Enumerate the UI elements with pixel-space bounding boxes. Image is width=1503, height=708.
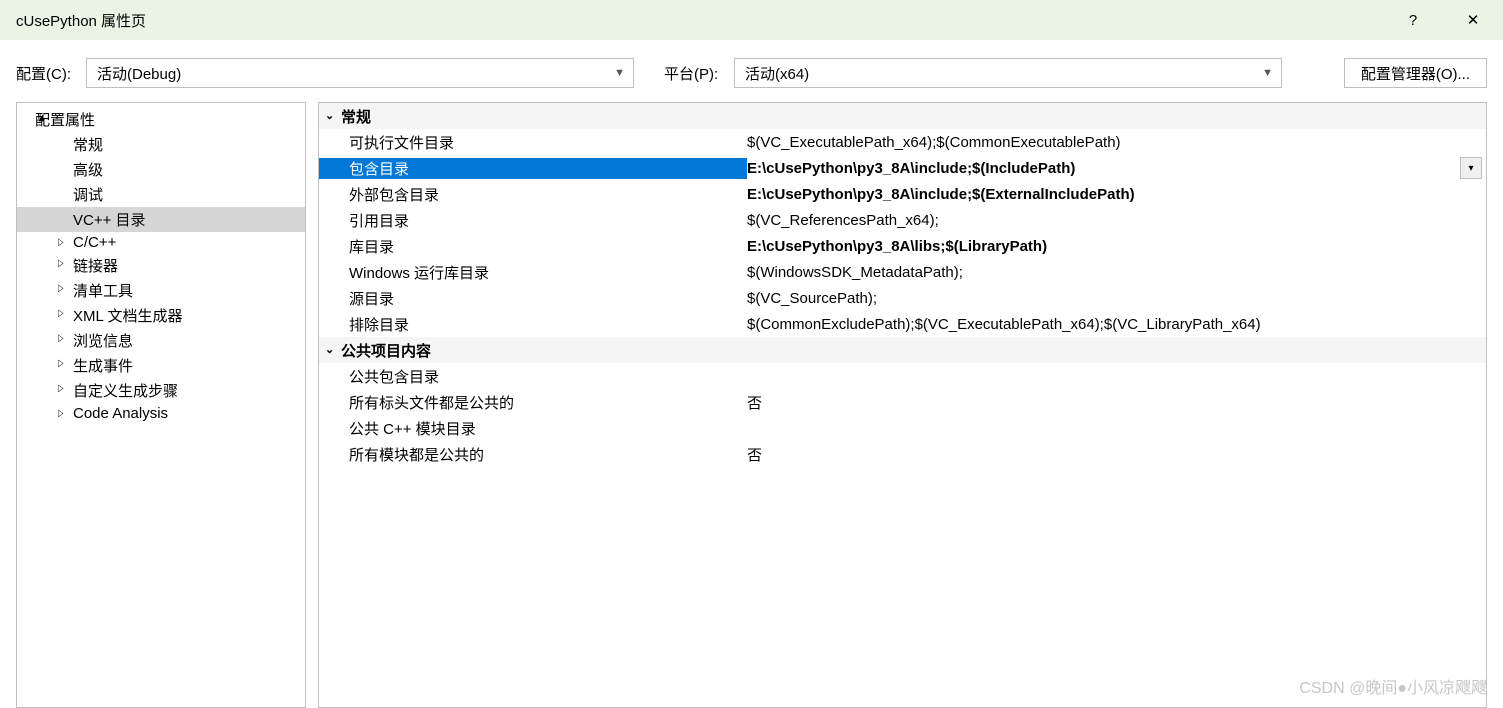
grid-row-label: 库目录 (319, 236, 747, 257)
grid-row[interactable]: 源目录$(VC_SourcePath); (319, 285, 1486, 311)
tree-item[interactable]: 高级 (17, 157, 305, 182)
caret-right-icon: ▷ (58, 258, 63, 269)
grid-row[interactable]: 所有模块都是公共的否 (319, 441, 1486, 467)
caret-right-icon: ▷ (58, 408, 63, 419)
watermark: CSDN @晚间●小风凉飕飕 (1299, 674, 1487, 698)
grid-row[interactable]: 所有标头文件都是公共的否 (319, 389, 1486, 415)
grid-row-value[interactable]: E:\cUsePython\py3_8A\include;$(ExternalI… (747, 186, 1486, 203)
window-controls: ? ✕ (1383, 0, 1503, 40)
tree-item-label: 自定义生成步骤 (73, 383, 178, 400)
tree-item-label: 高级 (73, 162, 103, 179)
tree-item-label: Code Analysis (73, 405, 168, 422)
grid-section-title: 常规 (341, 106, 371, 127)
grid-section-header[interactable]: ⌄ 公共项目内容 (319, 337, 1486, 363)
grid-row-value[interactable]: $(WindowsSDK_MetadataPath); (747, 264, 1486, 281)
tree-item[interactable]: ▷ XML 文档生成器 (17, 303, 305, 328)
tree-item[interactable]: 常规 (17, 132, 305, 157)
tree-item-label: 清单工具 (73, 283, 133, 300)
grid-row[interactable]: 公共 C++ 模块目录 (319, 415, 1486, 441)
config-manager-button[interactable]: 配置管理器(O)... (1344, 58, 1487, 88)
grid-row[interactable]: 外部包含目录E:\cUsePython\py3_8A\include;$(Ext… (319, 181, 1486, 207)
help-button[interactable]: ? (1383, 0, 1443, 40)
grid-section-title: 公共项目内容 (341, 340, 431, 361)
grid-row-value[interactable]: E:\cUsePython\py3_8A\libs;$(LibraryPath) (747, 238, 1486, 255)
tree-item-label: 生成事件 (73, 358, 133, 375)
grid-row-label: 公共包含目录 (319, 366, 747, 387)
caret-right-icon: ▷ (58, 283, 63, 294)
caret-right-icon: ▷ (58, 237, 63, 248)
chevron-down-icon: ▼ (614, 67, 625, 79)
tree-item[interactable]: ▷ C/C++ (17, 232, 305, 253)
property-grid: ⌄常规可执行文件目录$(VC_ExecutablePath_x64);$(Com… (318, 102, 1487, 708)
grid-row[interactable]: 排除目录$(CommonExcludePath);$(VC_Executable… (319, 311, 1486, 337)
grid-row-value[interactable]: $(CommonExcludePath);$(VC_ExecutablePath… (747, 316, 1486, 333)
tree-item-label: 调试 (73, 187, 103, 204)
tree-item-label: 浏览信息 (73, 333, 133, 350)
window-title: cUsePython 属性页 (16, 10, 146, 31)
config-label: 配置(C): (16, 63, 76, 84)
tree-root-label: 配置属性 (35, 112, 95, 129)
tree-item[interactable]: VC++ 目录 (17, 207, 305, 232)
config-toolbar: 配置(C): 活动(Debug) ▼ 平台(P): 活动(x64) ▼ 配置管理… (0, 40, 1503, 100)
tree-item[interactable]: ▷ 浏览信息 (17, 328, 305, 353)
grid-row-value[interactable]: 否 (747, 444, 1486, 465)
tree-item[interactable]: ▷ 自定义生成步骤 (17, 378, 305, 403)
grid-row[interactable]: 包含目录E:\cUsePython\py3_8A\include;$(Inclu… (319, 155, 1486, 181)
tree-root[interactable]: ◢ 配置属性 (17, 107, 305, 132)
grid-row[interactable]: 公共包含目录 (319, 363, 1486, 389)
grid-row-label: 公共 C++ 模块目录 (319, 418, 747, 439)
caret-down-icon: ⌄ (325, 343, 334, 356)
tree-item-label: 常规 (73, 137, 103, 154)
tree-item-label: C/C++ (73, 234, 116, 251)
platform-select-value: 活动(x64) (745, 63, 809, 84)
platform-label: 平台(P): (664, 63, 724, 84)
config-select-value: 活动(Debug) (97, 63, 181, 84)
caret-right-icon: ▷ (58, 383, 63, 394)
tree-panel: ◢ 配置属性 常规高级调试 VC++ 目录 ▷ C/C++ ▷ 链接器 ▷ 清单工具 ▷ XML … (16, 102, 306, 708)
grid-row-value[interactable]: $(VC_ReferencesPath_x64); (747, 212, 1486, 229)
grid-row-value[interactable]: E:\cUsePython\py3_8A\include;$(IncludePa… (747, 160, 1460, 177)
grid-row-label: 排除目录 (319, 314, 747, 335)
dropdown-button[interactable]: ▾ (1460, 157, 1482, 179)
grid-row-value[interactable]: $(VC_SourcePath); (747, 290, 1486, 307)
tree-item[interactable]: 调试 (17, 182, 305, 207)
grid-section-header[interactable]: ⌄ 常规 (319, 103, 1486, 129)
chevron-down-icon: ▼ (1262, 67, 1273, 79)
caret-down-icon: ◢ (38, 112, 43, 123)
tree-item[interactable]: ▷ 生成事件 (17, 353, 305, 378)
grid-row[interactable]: 引用目录$(VC_ReferencesPath_x64); (319, 207, 1486, 233)
tree-item-label: 链接器 (73, 258, 118, 275)
tree-item[interactable]: ▷ 链接器 (17, 253, 305, 278)
grid-row[interactable]: 库目录E:\cUsePython\py3_8A\libs;$(LibraryPa… (319, 233, 1486, 259)
caret-down-icon: ⌄ (325, 109, 334, 122)
grid-row-label: 引用目录 (319, 210, 747, 231)
grid-row-value[interactable]: 否 (747, 392, 1486, 413)
grid-row-label: 可执行文件目录 (319, 132, 747, 153)
grid-row-value[interactable]: $(VC_ExecutablePath_x64);$(CommonExecuta… (747, 134, 1486, 151)
config-select[interactable]: 活动(Debug) ▼ (86, 58, 634, 88)
tree-item-label: VC++ 目录 (73, 212, 146, 229)
titlebar: cUsePython 属性页 ? ✕ (0, 0, 1503, 40)
caret-right-icon: ▷ (58, 308, 63, 319)
main-content: ◢ 配置属性 常规高级调试 VC++ 目录 ▷ C/C++ ▷ 链接器 ▷ 清单工具 ▷ XML … (0, 100, 1503, 708)
grid-row-label: 源目录 (319, 288, 747, 309)
grid-row[interactable]: Windows 运行库目录$(WindowsSDK_MetadataPath); (319, 259, 1486, 285)
grid-row-label: 所有模块都是公共的 (319, 444, 747, 465)
tree-item-label: XML 文档生成器 (73, 308, 182, 325)
grid-row-label: 外部包含目录 (319, 184, 747, 205)
caret-right-icon: ▷ (58, 358, 63, 369)
grid-row-label: Windows 运行库目录 (319, 262, 747, 283)
close-button[interactable]: ✕ (1443, 0, 1503, 40)
platform-select[interactable]: 活动(x64) ▼ (734, 58, 1282, 88)
caret-right-icon: ▷ (58, 333, 63, 344)
grid-row-label: 所有标头文件都是公共的 (319, 392, 747, 413)
tree-item[interactable]: ▷ Code Analysis (17, 403, 305, 424)
tree-item[interactable]: ▷ 清单工具 (17, 278, 305, 303)
grid-row-label: 包含目录 (319, 158, 747, 179)
grid-row[interactable]: 可执行文件目录$(VC_ExecutablePath_x64);$(Common… (319, 129, 1486, 155)
